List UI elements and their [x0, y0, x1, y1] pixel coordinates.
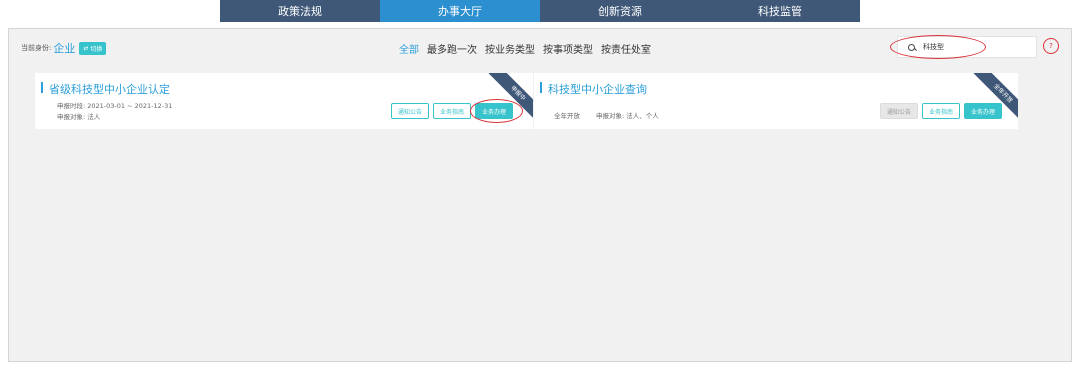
refresh-icon: ⇄ — [83, 44, 89, 52]
filter-business-type[interactable]: 按业务类型 — [485, 41, 535, 56]
filter-one-trip[interactable]: 最多跑一次 — [427, 41, 477, 56]
card-open: 全年开放 — [554, 112, 580, 120]
identity-label: 当前身份: — [21, 44, 52, 52]
guide-button[interactable]: 业务指南 — [922, 103, 960, 119]
filter-all[interactable]: 全部 — [399, 41, 419, 56]
handle-button[interactable]: 业务办理 — [964, 103, 1002, 119]
top-nav: 政策法规 办事大厅 创新资源 科技监管 — [220, 0, 860, 22]
main-panel: 当前身份: 企业 ⇄ 切换 全部 最多跑一次 按业务类型 按事项类型 按责任处室… — [8, 28, 1072, 362]
notice-button[interactable]: 通知公告 — [391, 103, 429, 119]
identity-role: 企业 — [53, 42, 76, 55]
filter-department[interactable]: 按责任处室 — [601, 41, 651, 56]
identity-bar: 当前身份: 企业 ⇄ 切换 — [21, 40, 107, 56]
service-card: 省级科技型中小企业认定 申报时段: 2021-03-01 ~ 2021-12-3… — [35, 73, 533, 129]
tab-service-hall[interactable]: 办事大厅 — [380, 0, 540, 22]
service-card: 科技型中小企业查询 全年开放 申报对象: 法人、个人 通知公告 业务指南 业务办… — [534, 73, 1018, 129]
card-period: 申报时段: 2021-03-01 ~ 2021-12-31 — [57, 102, 173, 110]
search-icon[interactable] — [908, 43, 915, 51]
switch-label: 切换 — [90, 45, 103, 53]
title-marker — [540, 82, 542, 93]
card-title[interactable]: 科技型中小企业查询 — [548, 81, 647, 97]
guide-button[interactable]: 业务指南 — [433, 103, 471, 119]
tab-policy[interactable]: 政策法规 — [220, 0, 380, 22]
card-title[interactable]: 省级科技型中小企业认定 — [49, 81, 170, 97]
search-input[interactable] — [923, 43, 1013, 51]
card-target: 申报对象: 法人 — [57, 113, 101, 121]
switch-identity-button[interactable]: ⇄ 切换 — [79, 41, 107, 55]
title-marker — [41, 82, 43, 93]
filter-bar: 全部 最多跑一次 按业务类型 按事项类型 按责任处室 — [399, 41, 651, 56]
filter-item-type[interactable]: 按事项类型 — [543, 41, 593, 56]
card-target: 申报对象: 法人、个人 — [596, 112, 659, 120]
tab-innovation[interactable]: 创新资源 — [540, 0, 700, 22]
handle-button[interactable]: 业务办理 — [475, 103, 513, 119]
help-icon[interactable]: ? — [1043, 38, 1059, 54]
tab-supervision[interactable]: 科技监管 — [700, 0, 860, 22]
notice-button[interactable]: 通知公告 — [880, 103, 918, 119]
search-box — [897, 36, 1037, 58]
